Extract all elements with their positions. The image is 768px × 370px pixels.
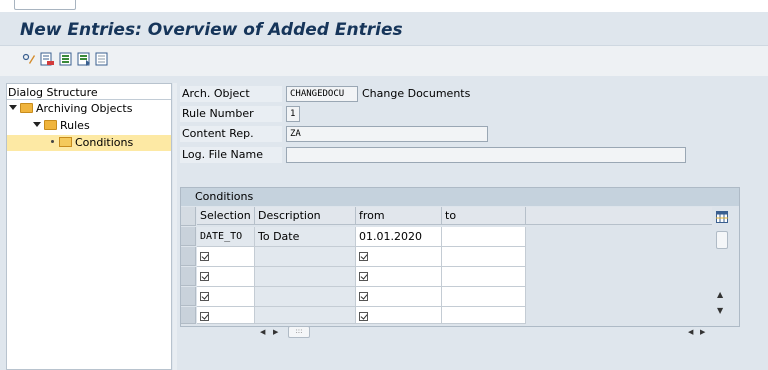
expand-triangle-icon[interactable] (33, 122, 41, 127)
vertical-scroll-thumb[interactable] (716, 231, 728, 249)
cell-to[interactable] (442, 307, 526, 324)
row-selector[interactable] (181, 287, 196, 306)
scroll-right-arrow-icon[interactable]: ▶ (273, 328, 278, 336)
multiple-selection-icon[interactable] (359, 292, 368, 301)
panel-splitter[interactable] (173, 83, 177, 370)
page-title: New Entries: Overview of Added Entries (20, 20, 403, 40)
cell-selection[interactable] (197, 307, 255, 324)
cell-description (255, 247, 356, 267)
arch-object-label: Arch. Object (180, 86, 282, 102)
select-all-corner[interactable] (181, 207, 196, 226)
cell-description: To Date (255, 227, 356, 247)
row-selector[interactable] (181, 247, 196, 266)
conditions-table-title: Conditions (181, 188, 739, 206)
application-toolbar (0, 46, 768, 76)
multiple-selection-icon[interactable] (200, 312, 209, 321)
log-file-name-label: Log. File Name (180, 147, 282, 163)
select-block-icon[interactable] (77, 52, 91, 66)
arch-object-description: Change Documents (362, 87, 471, 100)
tree-item-archiving-objects[interactable]: Archiving Objects (9, 102, 132, 118)
scroll-down-arrow-icon[interactable]: ▼ (717, 306, 723, 315)
cell-to[interactable] (442, 267, 526, 287)
table-settings-icon[interactable] (716, 211, 728, 223)
tree-item-conditions[interactable]: Conditions (51, 136, 133, 152)
bullet-icon (51, 140, 54, 143)
folder-icon (20, 103, 33, 113)
cell-selection[interactable] (197, 247, 255, 267)
multiple-selection-icon[interactable] (200, 252, 209, 261)
cell-from[interactable]: 01.01.2020 (356, 227, 442, 247)
select-all-icon[interactable] (59, 52, 73, 66)
log-file-name-field[interactable] (286, 147, 686, 163)
multiple-selection-icon[interactable] (200, 292, 209, 301)
tree-item-label: Archiving Objects (36, 102, 133, 115)
row-selector[interactable] (181, 227, 196, 246)
cell-to[interactable] (442, 247, 526, 267)
column-header-from[interactable]: from (356, 207, 442, 225)
column-header-description[interactable]: Description (255, 207, 356, 225)
scroll-up-arrow-icon[interactable]: ▲ (717, 290, 723, 299)
expand-triangle-icon[interactable] (9, 105, 17, 110)
cell-description (255, 267, 356, 287)
tree-item-label: Rules (60, 119, 90, 132)
cell-description (255, 307, 356, 324)
row-selector[interactable] (181, 307, 196, 324)
scroll-right-arrow-icon[interactable]: ▶ (700, 328, 705, 336)
multiple-selection-icon[interactable] (359, 312, 368, 321)
multiple-selection-icon[interactable] (359, 252, 368, 261)
column-header-to[interactable]: to (442, 207, 526, 225)
divider (7, 99, 171, 100)
cell-from[interactable] (356, 307, 442, 324)
multiple-selection-icon[interactable] (359, 272, 368, 281)
cell-selection[interactable]: DATE_TO (197, 227, 255, 247)
cell-description (255, 287, 356, 307)
horizontal-scroll-thumb[interactable]: ::: (288, 326, 310, 338)
dialog-structure-title: Dialog Structure (8, 86, 98, 99)
cell-from[interactable] (356, 247, 442, 267)
cell-selection[interactable] (197, 267, 255, 287)
scroll-left-arrow-icon[interactable]: ◀ (688, 328, 693, 336)
cell-to[interactable] (442, 227, 526, 247)
scroll-left-arrow-icon[interactable]: ◀ (260, 328, 265, 336)
cell-to[interactable] (442, 287, 526, 307)
display-change-icon[interactable] (22, 52, 36, 66)
cell-selection[interactable] (197, 287, 255, 307)
top-strip (0, 0, 768, 12)
delete-row-icon[interactable] (40, 52, 54, 66)
folder-icon (44, 120, 57, 130)
command-field[interactable] (14, 0, 76, 10)
rule-number-field[interactable]: 1 (286, 106, 300, 122)
arch-object-field[interactable]: CHANGEDOCU (286, 86, 358, 102)
column-header-selection[interactable]: Selection (197, 207, 255, 225)
column-header-empty (526, 207, 712, 225)
tree-item-label: Conditions (75, 136, 134, 149)
cell-from[interactable] (356, 267, 442, 287)
tree-item-rules[interactable]: Rules (33, 119, 90, 135)
content-rep-field[interactable]: ZA (286, 126, 488, 142)
cell-from[interactable] (356, 287, 442, 307)
content-rep-label: Content Rep. (180, 126, 282, 142)
multiple-selection-icon[interactable] (200, 272, 209, 281)
row-selector[interactable] (181, 267, 196, 286)
rule-number-label: Rule Number (180, 106, 282, 122)
open-folder-icon (59, 137, 72, 147)
deselect-all-icon[interactable] (95, 52, 109, 66)
